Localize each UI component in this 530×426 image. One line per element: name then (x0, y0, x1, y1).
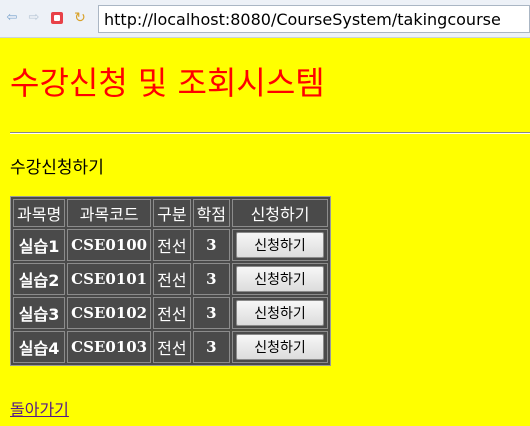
refresh-icon[interactable]: ↻ (72, 10, 88, 26)
apply-button[interactable]: 신청하기 (236, 334, 325, 360)
course-name: 실습2 (13, 263, 66, 295)
apply-button[interactable]: 신청하기 (236, 300, 325, 326)
header-course-name: 과목명 (13, 199, 66, 227)
course-name: 실습3 (13, 297, 66, 329)
course-credits: 3 (192, 331, 231, 363)
course-type: 전선 (153, 229, 191, 261)
address-bar[interactable]: http://localhost:8080/CourseSystem/takin… (98, 5, 530, 33)
apply-cell: 신청하기 (232, 331, 329, 363)
course-table: 과목명 과목코드 구분 학점 신청하기 실습1 CSE0100 전선 3 신청하… (10, 196, 332, 366)
apply-cell: 신청하기 (232, 297, 329, 329)
header-credits: 학점 (192, 199, 231, 227)
apply-cell: 신청하기 (232, 263, 329, 295)
divider (10, 132, 530, 134)
header-course-code: 과목코드 (67, 199, 152, 227)
course-name: 실습4 (13, 331, 66, 363)
apply-button[interactable]: 신청하기 (236, 266, 325, 292)
header-course-type: 구분 (153, 199, 191, 227)
course-credits: 3 (192, 297, 231, 329)
table-row: 실습3 CSE0102 전선 3 신청하기 (13, 297, 329, 329)
course-code: CSE0101 (67, 263, 152, 295)
course-code: CSE0103 (67, 331, 152, 363)
course-credits: 3 (192, 263, 231, 295)
browser-toolbar: ⇦ ⇨ ↻ http://localhost:8080/CourseSystem… (0, 0, 530, 38)
section-label: 수강신청하기 (10, 158, 104, 178)
table-row: 실습1 CSE0100 전선 3 신청하기 (13, 229, 329, 261)
table-row: 실습4 CSE0103 전선 3 신청하기 (13, 331, 329, 363)
course-code: CSE0100 (67, 229, 152, 261)
course-code: CSE0102 (67, 297, 152, 329)
table-header-row: 과목명 과목코드 구분 학점 신청하기 (13, 199, 329, 227)
table-row: 실습2 CSE0101 전선 3 신청하기 (13, 263, 329, 295)
apply-button[interactable]: 신청하기 (236, 232, 325, 258)
course-type: 전선 (153, 263, 191, 295)
back-link[interactable]: 돌아가기 (10, 396, 69, 420)
page-title: 수강신청 및 조회시스템 (10, 64, 325, 102)
course-name: 실습1 (13, 229, 66, 261)
course-type: 전선 (153, 331, 191, 363)
header-apply: 신청하기 (232, 199, 329, 227)
forward-arrow-icon[interactable]: ⇨ (26, 10, 42, 26)
apply-cell: 신청하기 (232, 229, 329, 261)
course-credits: 3 (192, 229, 231, 261)
back-arrow-icon[interactable]: ⇦ (4, 10, 20, 26)
stop-icon[interactable] (51, 12, 63, 24)
course-type: 전선 (153, 297, 191, 329)
